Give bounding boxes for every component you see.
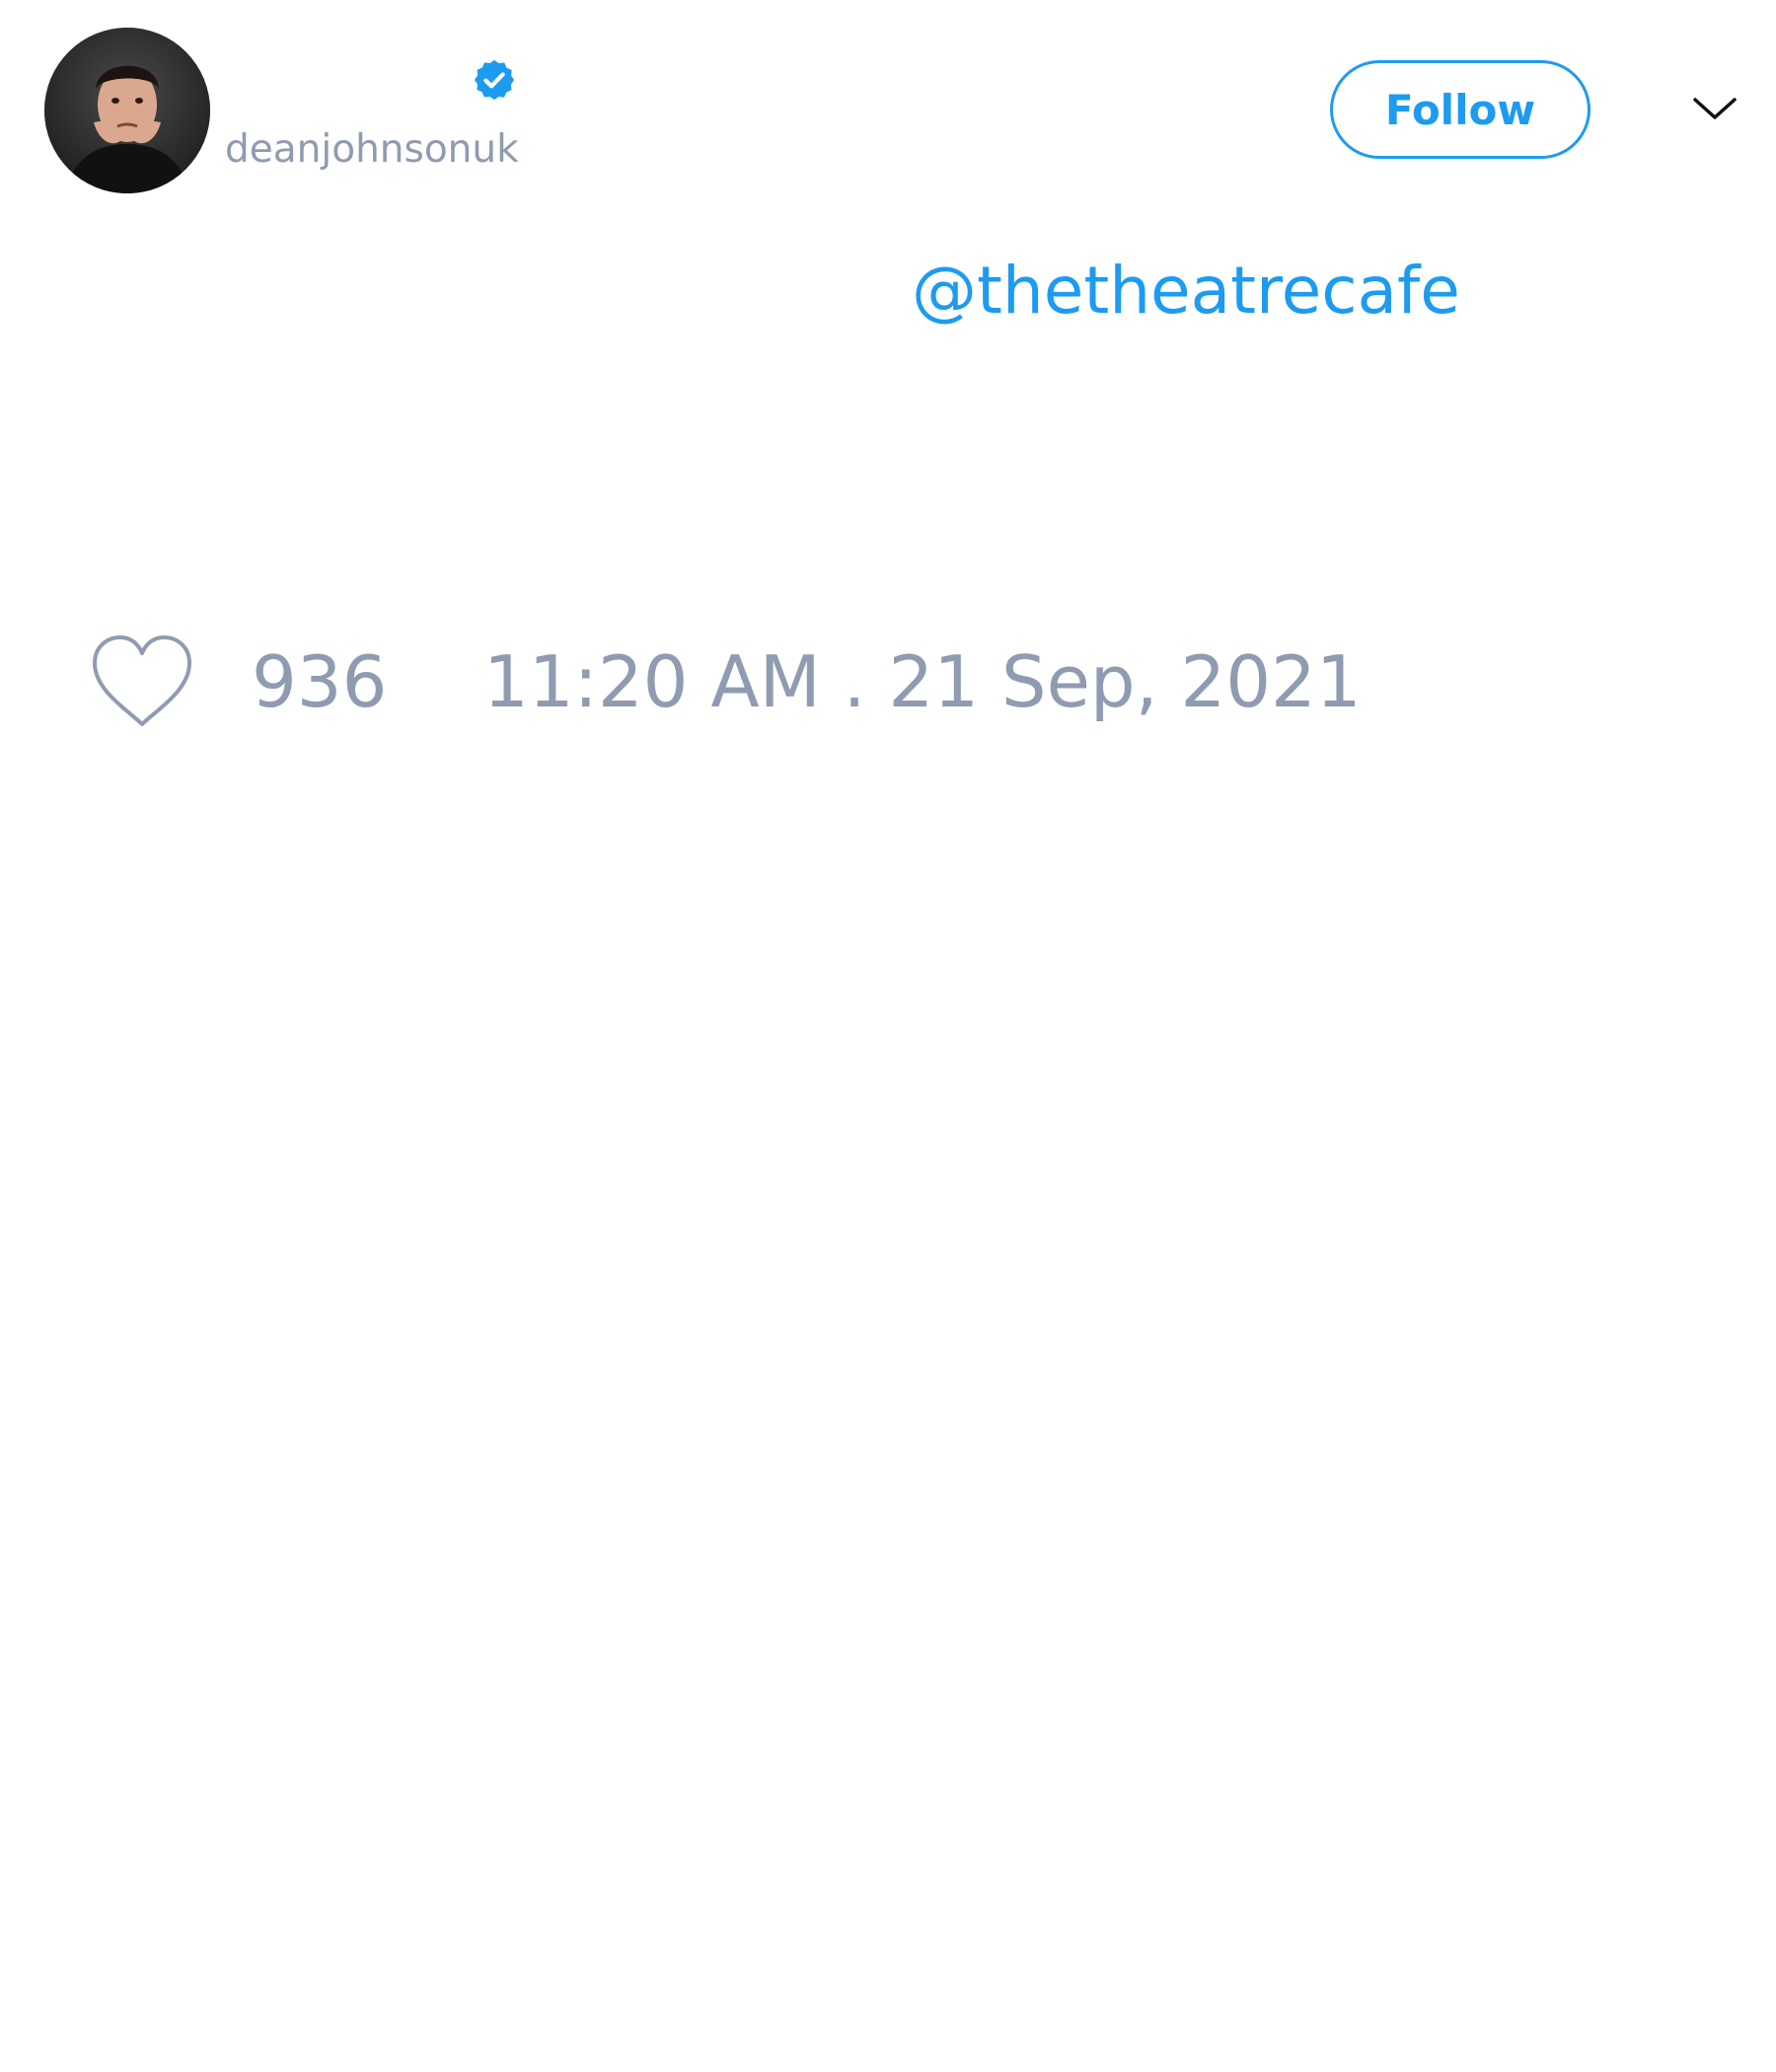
tweet-timestamp[interactable]: 11:20 AM . 21 Sep, 2021 (483, 639, 1362, 724)
like-count: 936 (252, 640, 388, 723)
follow-button[interactable]: Follow (1330, 60, 1591, 159)
mention-link[interactable]: @thetheatrecafe (912, 252, 1460, 331)
chevron-down-icon[interactable] (1691, 91, 1739, 126)
avatar-photo (44, 28, 210, 193)
heart-icon[interactable] (89, 631, 195, 730)
verified-badge-icon (474, 59, 515, 101)
author-username[interactable]: deanjohnsonuk (225, 126, 519, 174)
author-avatar[interactable] (44, 28, 210, 193)
